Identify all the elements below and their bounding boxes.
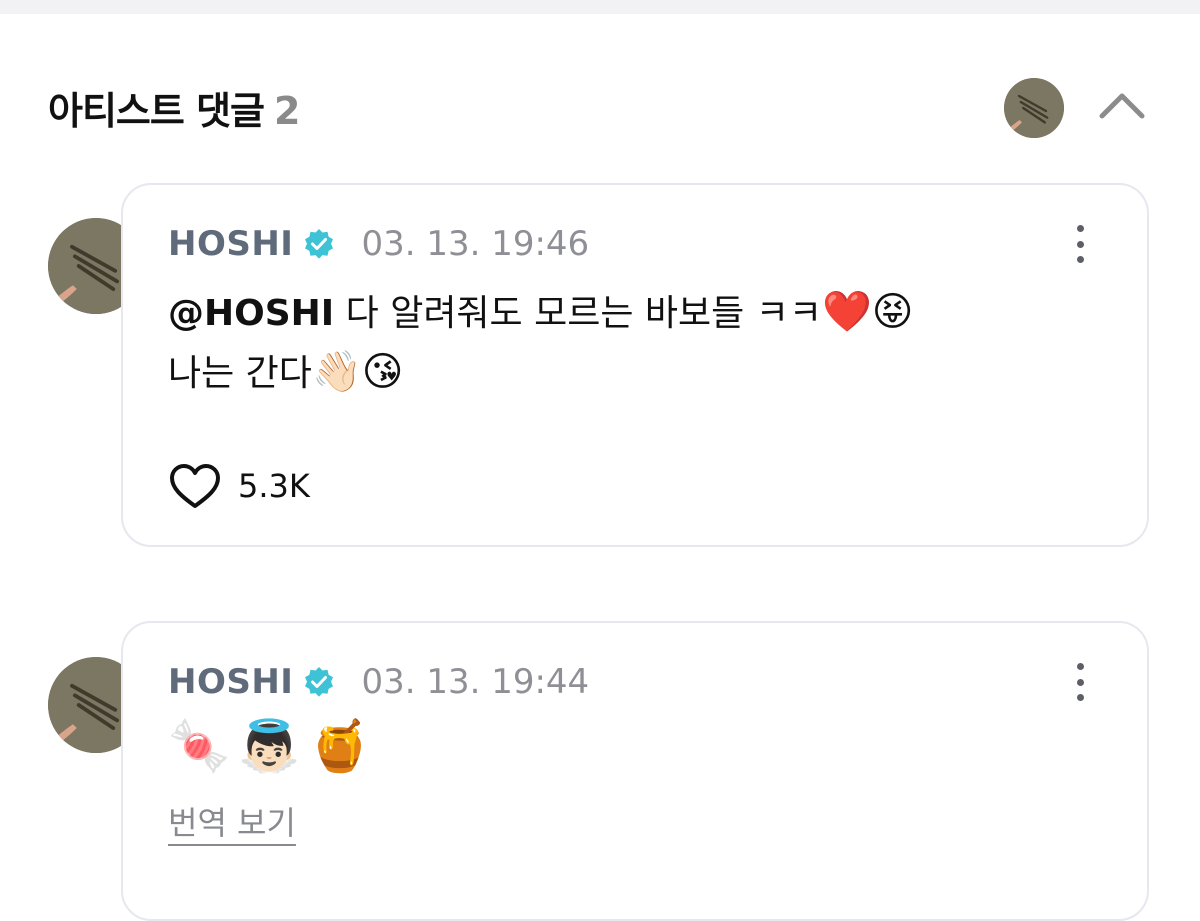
chevron-up-icon — [1099, 93, 1145, 119]
like-button[interactable]: 5.3K — [168, 462, 310, 510]
section-title-label: 아티스트 댓글 — [48, 89, 265, 133]
comment-timestamp: 03. 13. 19:46 — [361, 224, 590, 264]
avatar-image — [1004, 78, 1064, 138]
verified-badge-icon — [305, 667, 334, 697]
collapse-button[interactable] — [1098, 84, 1146, 124]
honey-pot-emoji: 🍯 — [308, 717, 371, 775]
top-divider — [0, 0, 1200, 14]
comment-meta: HOSHI 03. 13. 19:46 — [168, 222, 589, 266]
more-dot-icon — [1076, 240, 1084, 248]
artist-avatar[interactable] — [1004, 78, 1064, 138]
more-dot-icon — [1076, 225, 1084, 232]
verified-badge-icon — [305, 229, 334, 259]
comment-line-1: @HOSHI 다 알려줘도 모르는 바보들 ㅋㅋ❤️😝 — [168, 283, 913, 343]
candy-emoji: 🍬 — [168, 717, 231, 775]
like-count: 5.3K — [238, 467, 310, 505]
author-name[interactable]: HOSHI — [168, 224, 293, 264]
more-dot-icon — [1076, 663, 1084, 670]
wave-kiss-emoji: 👋🏻😘 — [311, 349, 404, 395]
comment-text-segment: 다 알려줘도 모르는 바보들 ㅋㅋ — [334, 293, 822, 334]
comment-body: 🍬 👼🏻 🍯 — [168, 716, 371, 776]
comment-body: @HOSHI 다 알려줘도 모르는 바보들 ㅋㅋ❤️😝 나는 간다👋🏻😘 — [168, 283, 913, 403]
heart-tongue-emoji: ❤️😝 — [821, 289, 914, 335]
comment-text-segment: 나는 간다 — [168, 353, 312, 394]
mention-link[interactable]: @HOSHI — [168, 293, 334, 334]
more-dot-icon — [1076, 256, 1084, 263]
author-name[interactable]: HOSHI — [168, 662, 293, 702]
more-options-button[interactable] — [1068, 660, 1092, 704]
more-options-button[interactable] — [1068, 222, 1092, 266]
artist-comments-header: 아티스트 댓글 2 — [48, 78, 1152, 138]
more-dot-icon — [1076, 678, 1084, 686]
comment-line-2: 나는 간다👋🏻😘 — [168, 343, 913, 403]
more-dot-icon — [1076, 694, 1084, 701]
heart-outline-icon — [170, 464, 220, 508]
section-title: 아티스트 댓글 2 — [48, 80, 300, 135]
comment-meta: HOSHI 03. 13. 19:44 — [168, 660, 589, 704]
see-translation-link[interactable]: 번역 보기 — [168, 798, 296, 844]
baby-angel-emoji: 👼🏻 — [238, 717, 301, 775]
comment-timestamp: 03. 13. 19:44 — [361, 662, 590, 702]
comment-count: 2 — [274, 89, 300, 133]
